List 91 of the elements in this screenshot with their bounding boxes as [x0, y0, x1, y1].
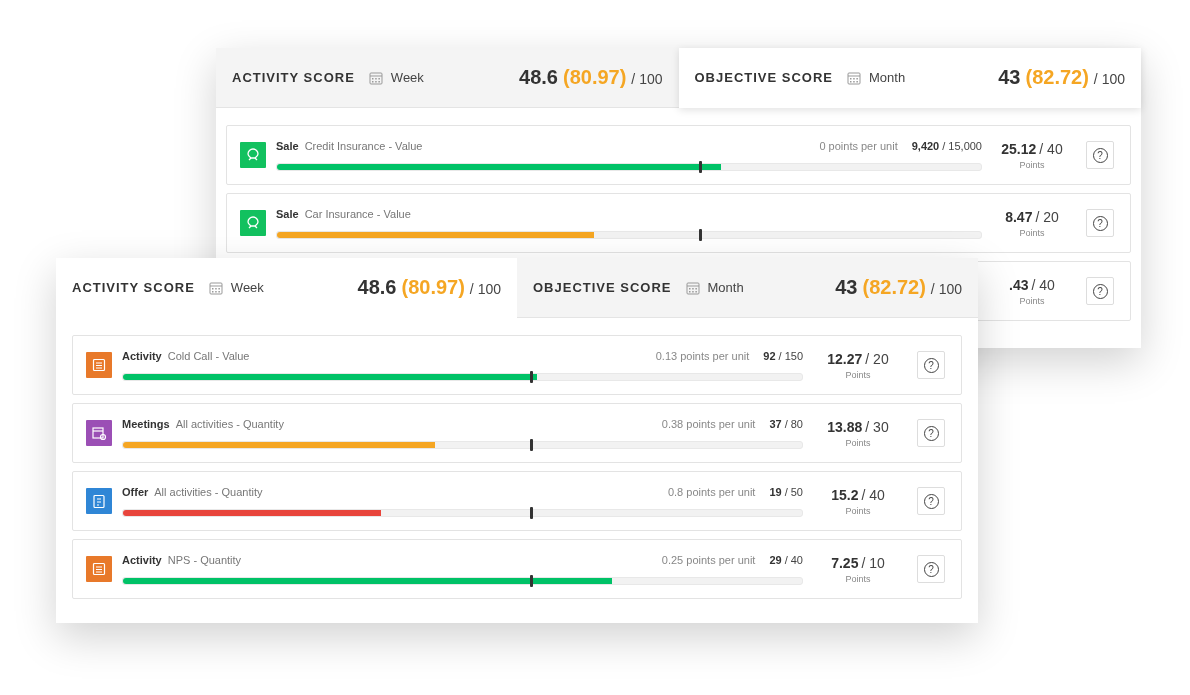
category-icon: [240, 142, 266, 168]
progress-target: / 150: [778, 349, 803, 362]
progress-count: 29: [769, 553, 782, 566]
calendar-icon: [847, 70, 862, 85]
period-label[interactable]: Week: [390, 70, 424, 85]
points-max: / 20: [865, 350, 889, 367]
target-marker: [530, 370, 534, 383]
help-button[interactable]: ?: [917, 419, 945, 447]
progress-target: / 15,000: [942, 139, 982, 152]
category-label: Sale: [276, 139, 299, 152]
points-value: 7.25: [831, 554, 859, 571]
points-label: Points: [845, 573, 871, 584]
objective-name: Credit Insurance - Value: [304, 139, 423, 152]
period-label[interactable]: Month: [869, 70, 906, 85]
points-value: 15.2: [831, 486, 859, 503]
points-value: 25.12: [1001, 140, 1037, 157]
calendar-icon: [685, 280, 700, 295]
points-label: Points: [1019, 159, 1045, 170]
period-label[interactable]: Week: [230, 280, 264, 295]
category-icon: [86, 488, 112, 514]
calendar-icon: [208, 280, 223, 295]
period-label[interactable]: Month: [707, 280, 744, 295]
target-marker: [530, 506, 534, 519]
target-marker: [530, 438, 534, 451]
category-label: Sale: [276, 207, 299, 220]
help-button[interactable]: ?: [917, 487, 945, 515]
score-max: / 100: [469, 281, 501, 297]
category-icon: [240, 210, 266, 236]
calendar-icon: [368, 70, 383, 85]
target-marker: [530, 574, 534, 587]
points-per-unit: 0.38 points per unit: [661, 417, 756, 430]
score-value: 48.6: [519, 66, 558, 89]
help-button[interactable]: ?: [1086, 209, 1114, 237]
score-max: / 100: [1093, 71, 1125, 87]
progress-count: 19: [769, 485, 782, 498]
objective-name: Car Insurance - Value: [304, 207, 411, 220]
points-label: Points: [845, 505, 871, 516]
points-max: / 40: [1039, 140, 1063, 157]
category-icon: [86, 420, 112, 446]
score-max: / 100: [631, 71, 663, 87]
score-tab[interactable]: ACTIVITY SCORE Week 48.6 (80.97) / 100: [216, 48, 679, 108]
score-tab[interactable]: OBJECTIVE SCORE Month 43 (82.72) / 100: [517, 258, 978, 318]
score-value: 43: [998, 66, 1021, 89]
help-button[interactable]: ?: [917, 555, 945, 583]
progress-count: 92: [763, 349, 776, 362]
adjusted-score: (82.72): [1025, 66, 1089, 89]
help-button[interactable]: ?: [1086, 141, 1114, 169]
progress-target: / 80: [784, 417, 803, 430]
points-max: / 30: [865, 418, 889, 435]
score-value: 48.6: [357, 276, 397, 299]
progress-count: 9,420: [911, 139, 940, 152]
points-per-unit: 0 points per unit: [819, 139, 898, 152]
points-per-unit: 0.13 points per unit: [655, 349, 750, 362]
category-label: Offer: [122, 485, 149, 498]
points-value: 13.88: [827, 418, 863, 435]
help-button[interactable]: ?: [917, 351, 945, 379]
progress-count: 37: [769, 417, 782, 430]
points-max: / 20: [1035, 208, 1059, 225]
progress-target: / 40: [784, 553, 803, 566]
target-marker: [699, 160, 703, 173]
category-label: Meetings: [122, 417, 170, 430]
score-tab[interactable]: ACTIVITY SCORE Week 48.6 (80.97) / 100: [56, 258, 517, 318]
score-max: / 100: [930, 281, 962, 297]
points-max: / 10: [861, 554, 885, 571]
points-max: / 40: [1031, 276, 1055, 293]
help-button[interactable]: ?: [1086, 277, 1114, 305]
target-marker: [699, 228, 703, 241]
objective-name: All activities - Quantity: [175, 417, 284, 430]
points-value: 8.47: [1005, 208, 1033, 225]
points-label: Points: [1019, 295, 1045, 306]
adjusted-score: (82.72): [862, 276, 926, 299]
objective-name: Cold Call - Value: [167, 349, 250, 362]
adjusted-score: (80.97): [401, 276, 465, 299]
score-value: 43: [835, 276, 858, 299]
points-value: 12.27: [827, 350, 863, 367]
category-label: Activity: [122, 553, 162, 566]
category-icon: [86, 352, 112, 378]
points-label: Points: [845, 437, 871, 448]
category-label: Activity: [122, 349, 162, 362]
adjusted-score: (80.97): [563, 66, 627, 89]
points-max: / 40: [861, 486, 885, 503]
progress-target: / 50: [784, 485, 803, 498]
objective-name: NPS - Quantity: [167, 553, 242, 566]
points-label: Points: [845, 369, 871, 380]
points-value: .43: [1009, 276, 1029, 293]
points-per-unit: 0.25 points per unit: [661, 553, 756, 566]
score-tab[interactable]: OBJECTIVE SCORE Month 43 (82.72) / 100: [678, 48, 1141, 108]
points-per-unit: 0.8 points per unit: [667, 485, 756, 498]
points-label: Points: [1019, 227, 1045, 238]
objective-name: All activities - Quantity: [154, 485, 263, 498]
category-icon: [86, 556, 112, 582]
